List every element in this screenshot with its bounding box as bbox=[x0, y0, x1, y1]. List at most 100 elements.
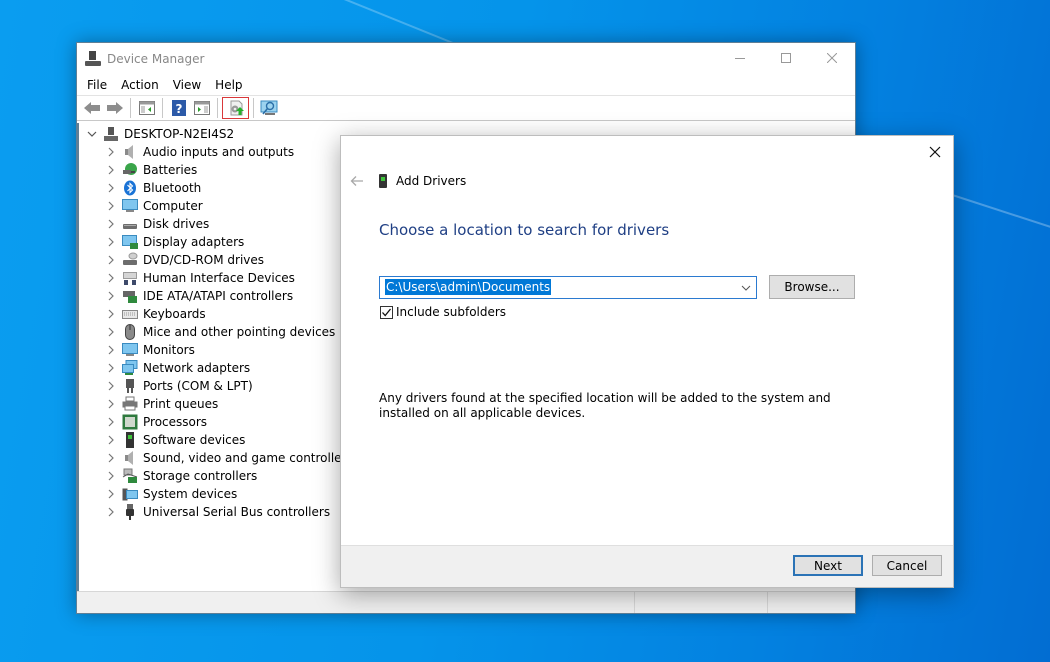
include-subfolders-checkbox[interactable] bbox=[380, 305, 393, 319]
tree-item-label: Computer bbox=[143, 199, 203, 213]
help-icon: ? bbox=[171, 100, 186, 116]
driver-path-input[interactable]: C:\Users\admin\Documents bbox=[385, 279, 552, 295]
update-driver-button[interactable] bbox=[222, 97, 249, 119]
minimize-button[interactable] bbox=[717, 43, 763, 73]
dialog-heading: Choose a location to search for drivers bbox=[379, 221, 670, 239]
chevron-down-icon[interactable] bbox=[85, 127, 99, 141]
driver-path-combobox[interactable]: C:\Users\admin\Documents bbox=[379, 275, 757, 299]
battery-icon bbox=[122, 162, 138, 178]
chevron-right-icon[interactable] bbox=[104, 433, 118, 447]
tree-item-label: Print queues bbox=[143, 397, 219, 411]
display-adapter-icon bbox=[122, 234, 138, 250]
tree-item-label: Human Interface Devices bbox=[143, 271, 295, 285]
cancel-button[interactable]: Cancel bbox=[872, 555, 942, 576]
hid-icon bbox=[122, 270, 138, 286]
tree-item-label: System devices bbox=[143, 487, 238, 501]
chevron-right-icon[interactable] bbox=[104, 379, 118, 393]
tree-item-label: Monitors bbox=[143, 343, 195, 357]
chevron-right-icon[interactable] bbox=[104, 397, 118, 411]
ide-controller-icon bbox=[122, 288, 138, 304]
add-drivers-dialog: Add Drivers Choose a location to search … bbox=[340, 135, 954, 588]
tree-item-label: Storage controllers bbox=[143, 469, 258, 483]
chevron-right-icon[interactable] bbox=[104, 451, 118, 465]
info-text: Any drivers found at the specified locat… bbox=[379, 391, 831, 420]
port-icon bbox=[122, 378, 138, 394]
chevron-down-icon[interactable] bbox=[740, 282, 752, 294]
svg-text:?: ? bbox=[175, 102, 182, 116]
tree-item-label: Ports (COM & LPT) bbox=[143, 379, 253, 393]
scan-hardware-changes-button[interactable] bbox=[258, 97, 281, 119]
chevron-right-icon[interactable] bbox=[104, 469, 118, 483]
tree-item-label: Batteries bbox=[143, 163, 198, 177]
dialog-close-button[interactable] bbox=[925, 142, 945, 162]
chevron-right-icon[interactable] bbox=[104, 325, 118, 339]
usb-icon bbox=[122, 504, 138, 520]
help-button[interactable]: ? bbox=[167, 97, 190, 119]
path-row: C:\Users\admin\Documents Browse... bbox=[379, 275, 855, 299]
forward-arrow-icon bbox=[106, 102, 123, 114]
chevron-right-icon[interactable] bbox=[104, 505, 118, 519]
browse-button[interactable]: Browse... bbox=[769, 275, 855, 299]
chevron-right-icon[interactable] bbox=[104, 271, 118, 285]
minimize-icon bbox=[735, 58, 745, 59]
status-bar bbox=[77, 591, 855, 613]
toolbar: ? bbox=[77, 95, 855, 121]
tree-item-label: Processors bbox=[143, 415, 208, 429]
menu-action[interactable]: Action bbox=[114, 75, 166, 95]
system-device-icon bbox=[122, 486, 138, 502]
chevron-right-icon[interactable] bbox=[104, 415, 118, 429]
tree-item-label: Bluetooth bbox=[143, 181, 202, 195]
window-title: Device Manager bbox=[107, 52, 205, 66]
monitor-icon bbox=[122, 342, 138, 358]
tree-item-label: Mice and other pointing devices bbox=[143, 325, 336, 339]
chevron-right-icon[interactable] bbox=[104, 289, 118, 303]
chevron-right-icon[interactable] bbox=[104, 361, 118, 375]
computer-tower-icon bbox=[103, 126, 119, 142]
chevron-right-icon[interactable] bbox=[104, 253, 118, 267]
processor-icon bbox=[122, 414, 138, 430]
chevron-right-icon[interactable] bbox=[104, 163, 118, 177]
next-button[interactable]: Next bbox=[793, 555, 863, 576]
menu-file[interactable]: File bbox=[80, 75, 114, 95]
computer-name: DESKTOP-N2EI4S2 bbox=[124, 127, 235, 141]
maximize-icon bbox=[781, 53, 791, 63]
action-pane-button[interactable] bbox=[190, 97, 213, 119]
device-manager-app-icon bbox=[85, 51, 101, 67]
tree-item-label: Sound, video and game controllers bbox=[143, 451, 353, 465]
chevron-right-icon[interactable] bbox=[104, 487, 118, 501]
tree-item-label: Keyboards bbox=[143, 307, 206, 321]
chevron-right-icon[interactable] bbox=[104, 217, 118, 231]
action-pane-icon bbox=[193, 101, 210, 115]
dialog-header: Add Drivers bbox=[349, 174, 466, 188]
chevron-right-icon[interactable] bbox=[104, 181, 118, 195]
back-button[interactable] bbox=[349, 174, 365, 188]
tree-item-label: Audio inputs and outputs bbox=[143, 145, 295, 159]
tree-item-label: Network adapters bbox=[143, 361, 251, 375]
include-subfolders-label[interactable]: Include subfolders bbox=[396, 305, 506, 319]
status-pane bbox=[77, 592, 635, 613]
storage-controller-icon bbox=[122, 468, 138, 484]
chevron-right-icon[interactable] bbox=[104, 235, 118, 249]
close-button[interactable] bbox=[809, 43, 855, 73]
speaker-icon bbox=[122, 144, 138, 160]
back-button[interactable] bbox=[80, 97, 103, 119]
chevron-right-icon[interactable] bbox=[104, 199, 118, 213]
toolbar-separator bbox=[217, 98, 218, 118]
chevron-right-icon[interactable] bbox=[104, 343, 118, 357]
chevron-right-icon[interactable] bbox=[104, 145, 118, 159]
menu-view[interactable]: View bbox=[166, 75, 208, 95]
tree-item-label: Display adapters bbox=[143, 235, 245, 249]
dialog-footer: Next Cancel bbox=[341, 545, 953, 587]
forward-button[interactable] bbox=[103, 97, 126, 119]
menu-help[interactable]: Help bbox=[208, 75, 249, 95]
maximize-button[interactable] bbox=[763, 43, 809, 73]
close-icon bbox=[929, 146, 941, 158]
tree-item-label: DVD/CD-ROM drives bbox=[143, 253, 265, 267]
title-bar[interactable]: Device Manager bbox=[77, 43, 855, 75]
chevron-right-icon[interactable] bbox=[104, 307, 118, 321]
checkmark-icon bbox=[382, 308, 392, 316]
software-device-icon bbox=[122, 432, 138, 448]
show-hide-console-tree-button[interactable] bbox=[135, 97, 158, 119]
status-pane bbox=[635, 592, 768, 613]
keyboard-icon bbox=[122, 306, 138, 322]
